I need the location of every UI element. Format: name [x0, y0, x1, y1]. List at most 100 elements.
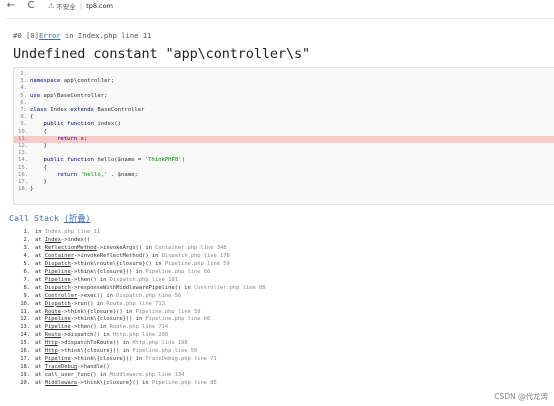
line-number: 10.: [18, 128, 29, 135]
stack-frame-row: 19. at call_user_func() in Middleware.php…: [13, 372, 554, 380]
stack-frame-prefix: at: [35, 356, 45, 363]
stack-frame-call: ->index(): [60, 236, 91, 243]
stack-frame-class-link[interactable]: Pipeline: [45, 269, 71, 275]
stack-frame-call: ->think\{closure}() in: [70, 316, 146, 323]
stack-frame-prefix: at: [35, 324, 45, 331]
stack-frame-text: at Pipeline->think\{closure}() in Pipeli…: [35, 269, 210, 277]
code-line: 14. public function hello($name = 'Think…: [14, 157, 554, 164]
stack-frame-row: 12. at Pipeline->think\{closure}() in Pip…: [13, 316, 554, 324]
stack-frame-text: at Dispatch->think\route\{closure}() in …: [35, 261, 230, 269]
code-line: 12. }: [14, 143, 554, 150]
security-label[interactable]: 不安全: [56, 1, 76, 11]
stack-frame-prefix: at: [35, 316, 45, 323]
stack-frame-file: Controller.php line 88: [194, 284, 266, 291]
stack-frame-class-link[interactable]: Pipeline: [45, 356, 71, 362]
error-type-link[interactable]: Error: [39, 31, 61, 40]
stack-frame-prefix: at: [35, 348, 45, 355]
stack-frame-class-link[interactable]: ReflectionMethod: [45, 245, 97, 251]
stack-frame-number: 9.: [23, 292, 31, 299]
code-line: 15. {: [14, 165, 554, 172]
reload-icon[interactable]: C: [24, 1, 38, 11]
line-number: 4.: [20, 85, 27, 92]
stack-frame-text: at Route->dispatch() in Http.php line 20…: [35, 332, 168, 340]
stack-frame-class-link[interactable]: Route: [45, 332, 61, 338]
error-header: #0 [0]Error in Index.php line 11 Undefin…: [6, 18, 554, 65]
address-bar[interactable]: ⚠ 不安全 | tp8.com: [48, 1, 113, 11]
stack-frame-class-link[interactable]: Index: [45, 237, 61, 243]
stack-frame-call: ->handle(): [77, 364, 110, 371]
stack-frame-class-link[interactable]: Dispatch: [45, 301, 71, 307]
stack-frame-class-link[interactable]: Route: [45, 309, 61, 315]
code-text: {: [30, 164, 47, 171]
code-text: public function index(): [43, 121, 121, 128]
stack-frame-number: 20.: [20, 380, 30, 387]
stack-frame-prefix: at: [35, 244, 45, 251]
stack-frame-call: ->think\route\{closure}() in: [70, 260, 165, 267]
stack-frame-number: 4.: [23, 252, 31, 259]
stack-frame-file: Container.php line 348: [155, 244, 227, 251]
stack-frame-call: call_user_func() in: [44, 372, 110, 379]
stack-frame-row: 16. at Http->think\{closure}() in Pipelin…: [13, 348, 554, 356]
stack-frame-class-link[interactable]: Http: [45, 340, 58, 346]
stack-frame-prefix: at: [35, 372, 45, 379]
code-line: 10. {: [14, 129, 554, 136]
stack-frame-call: ->run() in: [70, 300, 107, 307]
stack-frame-call: ->responseWithMiddlewarePipeline() in: [70, 284, 195, 291]
line-number: 15.: [18, 164, 29, 171]
stack-frame-class-link[interactable]: Pipeline: [45, 324, 71, 330]
stack-frame-prefix: at: [35, 332, 45, 339]
stack-frame-prefix: at: [35, 340, 45, 347]
code-line: 13.: [14, 150, 554, 157]
code-line: 8.{: [14, 114, 554, 121]
stack-frame-text: at TraceDebug->handle(): [35, 364, 110, 372]
stack-frame-text: at ReflectionMethod->invokeArgs() in Con…: [35, 245, 227, 253]
watermark: CSDN @代龙涛: [494, 392, 548, 401]
stack-frame-class-link[interactable]: Middleware: [45, 380, 77, 386]
address-separator: |: [79, 2, 83, 10]
stack-frame-call: ->think\{closure}() in: [77, 380, 152, 387]
stack-frame-text: at Controller->exec() in Dispatch.php li…: [35, 293, 181, 301]
stack-frame-prefix: at: [35, 292, 45, 299]
call-stack-heading: Call Stack (折叠): [9, 212, 91, 224]
stack-frame-prefix: at: [35, 236, 45, 243]
stack-frame-row: 8. at Dispatch->responseWithMiddlewarePip…: [13, 285, 554, 293]
stack-frame-call: ->think\{closure}() in: [60, 308, 136, 315]
stack-frame-class-link[interactable]: Dispatch: [45, 261, 71, 267]
line-number: 14.: [18, 157, 29, 164]
error-subtitle: #0 [0]Error in Index.php line 11: [13, 31, 151, 40]
stack-frame-text: at Pipeline->think\{closure}() in Pipeli…: [35, 316, 210, 324]
stack-frame-number: 12.: [20, 316, 30, 323]
stack-frame-file: TraceDebug.php line 71: [145, 356, 217, 363]
stack-frame-number: 2.: [23, 236, 31, 243]
url-text[interactable]: tp8.com: [86, 2, 113, 10]
code-text: namespace app\controller;: [30, 78, 115, 85]
stack-frame-class-link[interactable]: TraceDebug: [45, 364, 77, 370]
stack-frame-row: 3. at ReflectionMethod->invokeArgs() in C…: [13, 245, 554, 253]
stack-frame-number: 16.: [20, 348, 30, 355]
stack-frame-class-link[interactable]: Controller: [45, 293, 77, 299]
back-arrow-icon[interactable]: ←: [4, 1, 18, 11]
stack-frame-number: 8.: [23, 284, 31, 291]
stack-frame-text: at Pipeline->think\{closure}() in TraceD…: [35, 356, 217, 364]
stack-frame-text: at call_user_func() in Middleware.php li…: [35, 372, 184, 380]
stack-frame-class-link[interactable]: Http: [45, 348, 58, 354]
line-number: 3.: [20, 78, 27, 85]
stack-frame-prefix: in: [35, 229, 45, 235]
code-line: 18.}: [14, 186, 554, 193]
warning-triangle-icon[interactable]: ⚠: [48, 2, 54, 10]
browser-toolbar: ← C ⚠ 不安全 | tp8.com: [0, 0, 554, 12]
stack-frame-row: 20. at Middleware->think\{closure}() in P…: [13, 380, 554, 388]
stack-frame-class-link[interactable]: Dispatch: [45, 285, 71, 291]
stack-frame-row: 6. at Pipeline->think\{closure}() in Pipe…: [13, 269, 554, 277]
stack-frame-class-link[interactable]: Pipeline: [45, 316, 71, 322]
code-line: 3. namespace app\controller;: [14, 78, 554, 85]
code-line: 7. class Index extends BaseController: [14, 107, 554, 114]
stack-frame-number: 18.: [20, 364, 30, 371]
stack-frame-row: 2. at Index->index(): [13, 237, 554, 245]
fold-toggle-link[interactable]: (折叠): [64, 213, 91, 223]
stack-frame-class-link[interactable]: Container: [45, 253, 74, 259]
code-text: }: [30, 186, 34, 193]
stack-frame-class-link[interactable]: Pipeline: [45, 277, 71, 283]
stack-frame-row: 1. in Index.php line 11: [13, 229, 554, 237]
stack-frame-row: 9. at Controller->exec() in Dispatch.php …: [13, 293, 554, 301]
